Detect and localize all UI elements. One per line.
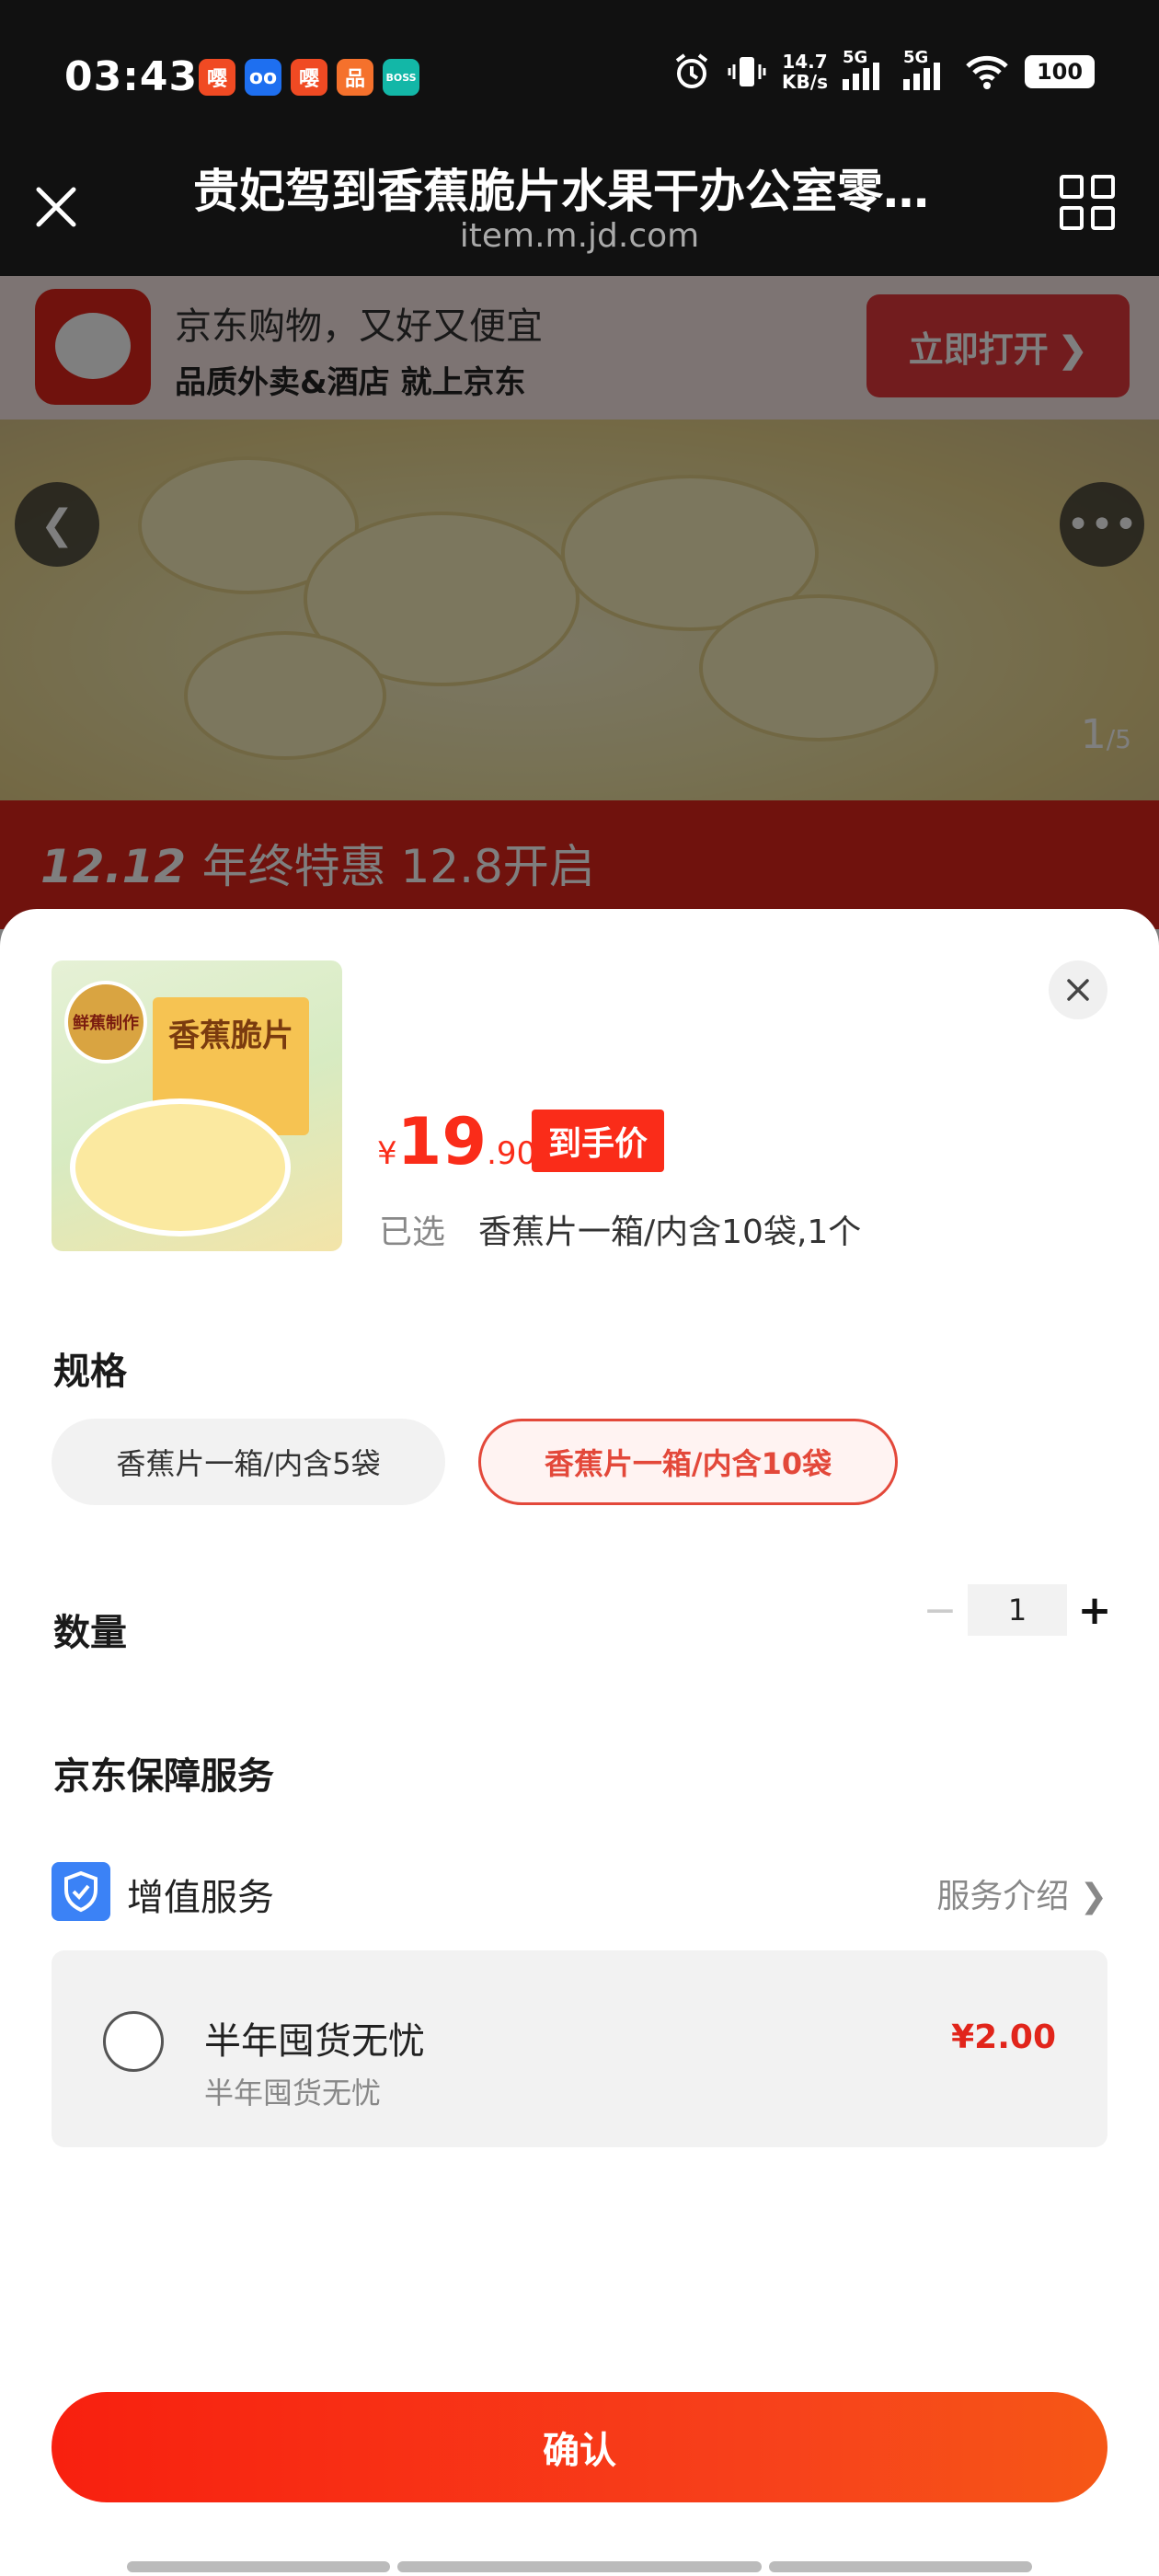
quantity-stepper: − 1 + bbox=[920, 1584, 1115, 1636]
quantity-increase-button[interactable]: + bbox=[1074, 1584, 1115, 1636]
boss-app-icon: BOSS bbox=[383, 59, 419, 96]
alarm-icon bbox=[675, 53, 708, 88]
net-speed: 14.7 KB/s bbox=[782, 52, 828, 92]
shield-icon bbox=[52, 1862, 110, 1921]
status-indicators: 14.7 KB/s 5G 5G 100 bbox=[671, 48, 1095, 92]
wifi-icon bbox=[966, 55, 1008, 89]
selected-label: 已选 bbox=[379, 1213, 446, 1251]
quantity-title: 数量 bbox=[53, 1612, 127, 1654]
value-added-service-row: 增值服务 服务介绍 ❯ bbox=[52, 1862, 1107, 1921]
selected-value: 香蕉片一箱/内含10袋,1个 bbox=[478, 1213, 862, 1251]
gesture-bar bbox=[127, 2561, 1032, 2572]
selected-summary: 已选 香蕉片一箱/内含10袋,1个 bbox=[379, 1205, 861, 1253]
signal-5g-1: 5G bbox=[843, 48, 889, 90]
final-price-badge: 到手价 bbox=[532, 1110, 665, 1172]
price-symbol: ¥ bbox=[377, 1135, 397, 1172]
quantity-decrease-button[interactable]: − bbox=[920, 1584, 960, 1636]
close-icon bbox=[1067, 979, 1089, 1001]
spec-option-5-bags[interactable]: 香蕉片一箱/内含5袋 bbox=[52, 1419, 445, 1505]
price: ¥ 19 .90 bbox=[377, 1104, 536, 1179]
quantity-input[interactable]: 1 bbox=[968, 1584, 1067, 1636]
thumbnail-bowl bbox=[70, 1098, 291, 1236]
app-red-icon: 嘤 bbox=[199, 59, 235, 96]
spec-title: 规格 bbox=[53, 1351, 127, 1393]
grid-menu-icon[interactable] bbox=[1060, 175, 1115, 230]
service-intro-link[interactable]: 服务介绍 ❯ bbox=[936, 1869, 1107, 1917]
sheet-close-button[interactable] bbox=[1049, 960, 1107, 1019]
service-option-card[interactable]: 半年囤货无忧 半年囤货无忧 ¥2.00 bbox=[52, 1950, 1107, 2147]
app-blue-icon: oo bbox=[245, 59, 281, 96]
status-app-icons: 嘤 oo 嘤品 BOSS bbox=[199, 59, 419, 96]
signal-5g-2: 5G bbox=[903, 48, 949, 90]
vibrate-icon bbox=[728, 57, 766, 86]
service-label: 增值服务 bbox=[127, 1877, 274, 1919]
sku-selection-sheet: 香蕉脆片 鲜蕉制作 ¥ 19 .90 到手价 已选 香蕉片一箱/内含10袋,1个 … bbox=[0, 909, 1159, 2576]
product-thumbnail[interactable]: 香蕉脆片 鲜蕉制作 bbox=[52, 960, 342, 1251]
service-radio[interactable] bbox=[103, 2011, 164, 2072]
price-decimal: .90 bbox=[487, 1135, 537, 1172]
service-section-title: 京东保障服务 bbox=[53, 1755, 274, 1798]
status-bar: 03:43 嘤 oo 嘤品 BOSS 14.7 KB/s 5G 5G 100 bbox=[0, 0, 1159, 147]
thumbnail-badge: 鲜蕉制作 bbox=[64, 981, 147, 1064]
price-integer: 19 bbox=[396, 1104, 488, 1179]
net-speed-value: 14.7 bbox=[782, 51, 828, 73]
page-url: item.m.jd.com bbox=[459, 217, 700, 255]
status-time: 03:43 bbox=[64, 53, 199, 100]
spec-option-10-bags[interactable]: 香蕉片一箱/内含10袋 bbox=[478, 1419, 898, 1505]
net-speed-unit: KB/s bbox=[782, 71, 828, 93]
service-option-subtitle: 半年囤货无忧 bbox=[204, 2076, 382, 2110]
app-orange-icon: 品 bbox=[337, 59, 373, 96]
app-red-icon-2: 嘤 bbox=[291, 59, 327, 96]
page-title: 贵妃驾到香蕉脆片水果干办公室零… bbox=[193, 165, 929, 218]
battery-indicator: 100 bbox=[1025, 55, 1095, 88]
signal-label: 5G bbox=[843, 48, 868, 67]
service-option-name: 半年囤货无忧 bbox=[204, 2020, 425, 2063]
confirm-button[interactable]: 确认 bbox=[52, 2392, 1107, 2502]
service-option-price: ¥2.00 bbox=[951, 2018, 1056, 2056]
signal-label: 5G bbox=[903, 48, 929, 67]
